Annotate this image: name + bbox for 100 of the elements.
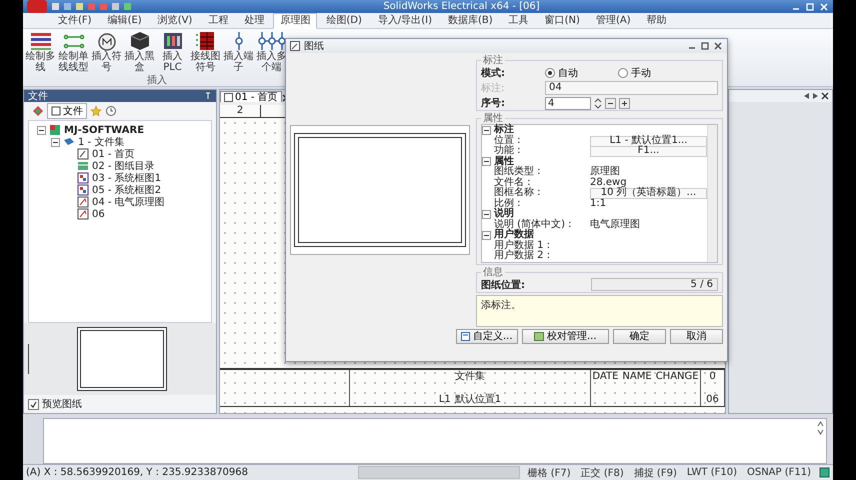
group-title: 属性 (482, 113, 503, 124)
ribbon-button[interactable]: 接线图符号 (190, 31, 221, 73)
menu-tab[interactable]: 原理图 (273, 12, 318, 28)
plus-icon (621, 100, 628, 106)
document-icon (51, 106, 61, 116)
scrollbar[interactable] (707, 125, 717, 262)
status-toggle[interactable]: 正交 (F8) (578, 466, 626, 480)
status-toggle[interactable]: LWT (F10) (684, 467, 739, 478)
mark-field[interactable]: 04 (545, 81, 718, 95)
property-name: 文件名 : (494, 178, 531, 188)
maximize-icon[interactable] (700, 41, 710, 51)
right-arrow-icon (812, 92, 819, 100)
collapse-icon[interactable] (37, 126, 46, 134)
property-value-field[interactable]: 10 列（英语标题）... (590, 188, 707, 199)
radio-option[interactable]: 自动 (545, 66, 578, 80)
ribbon-button[interactable]: 插入 PLC (157, 31, 188, 73)
category-title: 标注 (494, 125, 514, 135)
increment-button[interactable] (619, 98, 630, 108)
diagram-icon (77, 184, 89, 196)
property-name: 位置 : (494, 136, 522, 146)
tree-item[interactable]: 1 - 文件集 (78, 135, 124, 149)
property-value: 电气原理图 (590, 220, 641, 230)
menu-tab[interactable]: 帮助 (640, 12, 674, 28)
menu-tab[interactable]: 导入/导出(I) (370, 12, 439, 28)
terminals-icon (256, 31, 286, 51)
box-icon (128, 31, 150, 51)
panel-title: 文件 (28, 90, 48, 103)
collapse-icon[interactable] (51, 138, 60, 146)
order-field[interactable]: 4 (545, 96, 591, 110)
status-toggle[interactable]: OSNAP (F11) (744, 467, 813, 478)
dialog-button[interactable]: 确定 (612, 328, 666, 344)
ribbon-group-label: 插入 (146, 75, 168, 86)
dialog-button[interactable]: 自定义... (456, 328, 518, 344)
ribbon-button[interactable]: 插入黑盒 (124, 31, 155, 73)
menu-tab[interactable]: 文件(F) (51, 12, 99, 28)
schematic-icon (77, 196, 89, 208)
close-icon[interactable] (713, 41, 723, 51)
menu-tab[interactable]: 浏览(V) (150, 12, 200, 28)
check-icon (30, 400, 37, 408)
title-block-header: CHANGE (656, 371, 699, 382)
ribbon-button[interactable]: 绘制多线 (25, 31, 56, 73)
tree-item[interactable]: 05 - 系统框图2 (92, 183, 162, 197)
ribbon-button[interactable]: 插入多个端 (256, 31, 287, 73)
dialog-button[interactable]: 校对管理... (522, 328, 609, 344)
title-block-text: 默认位置1 (454, 394, 502, 405)
status-toggle[interactable]: 栅格 (F7) (526, 466, 573, 480)
checkbox-label[interactable]: 预览图纸 (42, 397, 82, 411)
property-name: 用户数据 2 : (494, 251, 552, 262)
field-label: 图纸位置: (481, 278, 526, 292)
property-value-field[interactable]: L1 - 默认位置1... (590, 136, 707, 146)
menu-tab[interactable]: 窗口(N) (538, 12, 587, 28)
tree-item[interactable]: 06 (92, 208, 105, 220)
radio-dot[interactable] (618, 68, 628, 78)
menu-tab[interactable]: 工程 (201, 12, 236, 28)
status-toggle[interactable]: 捕捉 (F9) (632, 466, 679, 480)
collapse-icon[interactable] (482, 157, 491, 166)
tree-item[interactable]: 04 - 电气原理图 (92, 195, 165, 209)
tree-item[interactable]: MJ-SOFTWARE (64, 124, 144, 136)
tree-item[interactable]: 03 - 系统框图1 (92, 171, 162, 185)
scroll-arrows-icon (817, 421, 824, 435)
title-block-text: L1 (438, 394, 451, 405)
menu-tab[interactable]: 绘图(D) (319, 12, 369, 28)
collapse-icon[interactable] (482, 230, 491, 240)
category-title: 属性 (494, 156, 514, 166)
ribbon-button[interactable]: 插入符号 (91, 31, 122, 73)
sheet-position-field: 5 / 6 (591, 278, 718, 291)
table-icon (77, 160, 89, 172)
property-value: 28.ewg (590, 178, 628, 188)
tree-item[interactable]: 02 - 图纸目录 (92, 159, 155, 173)
menu-tab[interactable]: 工具 (502, 12, 536, 28)
ruler-number: 2 (220, 105, 261, 117)
document-tab[interactable]: 01 - 首页 (220, 91, 282, 102)
page-icon (77, 148, 89, 160)
menu-tab[interactable]: 处理 (237, 12, 272, 28)
multiline-icon (30, 31, 52, 51)
plc-icon (162, 31, 184, 51)
menu-tab[interactable]: 管理(A) (588, 12, 638, 28)
project-icon (49, 124, 61, 136)
collapse-icon[interactable] (482, 210, 491, 219)
menu-tab[interactable]: 编辑(E) (100, 12, 149, 28)
property-name: 用户数据 1 : (494, 240, 552, 250)
field-label: 序号: (481, 96, 506, 110)
diagram-icon (77, 172, 89, 184)
comment-area[interactable]: 添标注。 (476, 294, 723, 326)
checkbox[interactable] (28, 398, 39, 410)
decrement-button[interactable] (605, 98, 616, 108)
property-name: 图纸类型 : (494, 167, 542, 177)
ribbon-button[interactable]: 绘制单线线型 (58, 31, 89, 73)
star-icon (90, 105, 102, 117)
revision-number: 0 (709, 371, 716, 382)
ribbon-button[interactable]: 插入端子 (223, 31, 254, 73)
radio-option[interactable]: 手动 (618, 66, 651, 80)
files-tab[interactable]: 文件 (47, 103, 87, 119)
dialog-button[interactable]: 取消 (670, 328, 723, 344)
radio-dot[interactable] (545, 68, 555, 78)
tree-item[interactable]: 01 - 首页 (92, 147, 135, 161)
property-value-field[interactable]: F1... (590, 146, 707, 157)
property-name: 比例 : (494, 198, 522, 208)
menu-tab[interactable]: 数据库(B) (440, 12, 500, 28)
collapse-icon[interactable] (482, 126, 491, 135)
